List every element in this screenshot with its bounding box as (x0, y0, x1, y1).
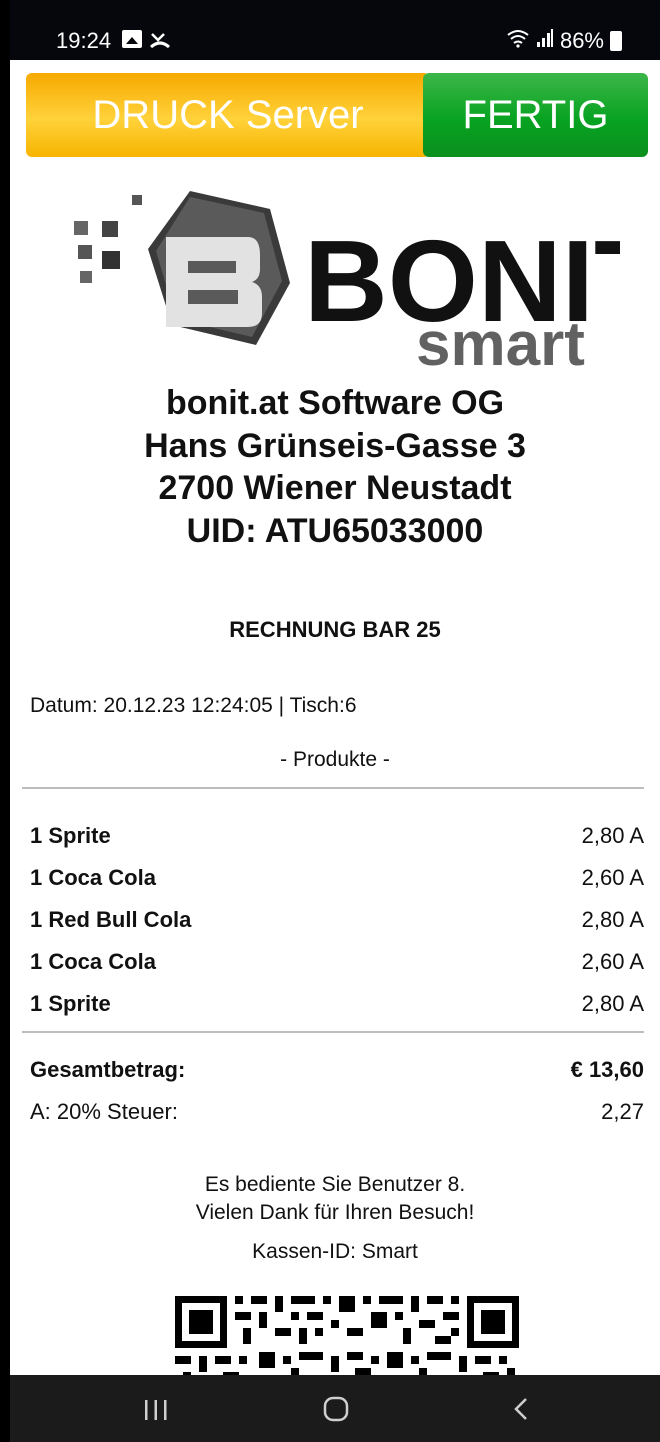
thanks-text: Vielen Dank für Ihren Besuch! (195, 1201, 475, 1224)
bonit-smart-logo: BONIT smart (60, 185, 660, 379)
home-button[interactable] (316, 1393, 356, 1425)
tax-value: 2,27 (601, 1099, 644, 1124)
item-name: 1 Sprite (30, 991, 111, 1016)
recent-apps-button[interactable] (136, 1393, 176, 1425)
gallery-icon (122, 30, 142, 48)
item-price: 2,80 A (581, 907, 644, 932)
item-price: 2,80 A (581, 991, 644, 1016)
signal-icon (536, 28, 554, 54)
total-label: Gesamtbetrag: (30, 1057, 186, 1082)
tax-label: A: 20% Steuer: (30, 1099, 178, 1124)
item-name: 1 Coca Cola (30, 865, 156, 890)
battery-icon (610, 31, 622, 51)
missed-call-icon (150, 30, 170, 54)
phone-screen: 19:24 86% DRUCK Server FERTIG BONI smart… (10, 0, 660, 1442)
item-name: 1 Coca Cola (30, 949, 156, 974)
item-name: 1 Sprite (30, 823, 111, 848)
totals: Gesamtbetrag: € 13,60 A: 20% Steuer: 2,2… (30, 1049, 644, 1133)
list-item: 1 Sprite 2,80 A (30, 815, 644, 857)
item-price: 2,60 A (581, 865, 644, 890)
list-item: 1 Coca Cola 2,60 A (30, 941, 644, 983)
company-city: 2700 Wiener Neustadt (158, 469, 512, 507)
navigation-bar (10, 1375, 660, 1442)
company-name: bonit.at Software OG (165, 384, 505, 422)
item-list: 1 Sprite 2,80 A 1 Coca Cola 2,60 A 1 Red… (30, 815, 644, 1025)
status-notifications (122, 30, 170, 54)
served-by-text: Es bediente Sie Benutzer 8. (204, 1173, 466, 1196)
list-item: 1 Sprite 2,80 A (30, 983, 644, 1025)
back-icon (514, 1398, 527, 1420)
logo-sub-text: smart (416, 310, 585, 375)
receipt-title: RECHNUNG BAR 25 (229, 617, 441, 642)
register-id: Kassen-ID: Smart (252, 1240, 418, 1263)
item-price: 2,60 A (581, 949, 644, 974)
receipt-footer: Es bediente Sie Benutzer 8. Vielen Dank … (10, 1171, 660, 1227)
list-item: 1 Red Bull Cola 2,80 A (30, 899, 644, 941)
divider (22, 787, 644, 789)
item-price: 2,80 A (581, 823, 644, 848)
status-time: 19:24 (56, 28, 112, 53)
home-icon (323, 1396, 349, 1422)
company-street: Hans Grünseis-Gasse 3 (144, 426, 526, 465)
status-system: 86% (506, 28, 622, 54)
list-item: 1 Coca Cola 2,60 A (30, 857, 644, 899)
company-uid: UID: ATU65033000 (186, 511, 484, 550)
print-server-button[interactable]: DRUCK Server (26, 73, 430, 157)
qr-code (175, 1292, 520, 1382)
done-button[interactable]: FERTIG (423, 73, 648, 157)
recent-apps-icon (145, 1400, 167, 1420)
status-bar: 19:24 86% (10, 0, 660, 60)
back-button[interactable] (500, 1393, 540, 1425)
total-value: € 13,60 (570, 1057, 644, 1082)
total-row: Gesamtbetrag: € 13,60 (30, 1049, 644, 1091)
divider (22, 1031, 644, 1033)
item-name: 1 Red Bull Cola (30, 907, 192, 932)
battery-percent: 86% (559, 28, 604, 53)
company-header: bonit.at Software OG Hans Grünseis-Gasse… (10, 382, 660, 552)
receipt-meta: Datum: 20.12.23 12:24:05 | Tisch:6 (30, 694, 357, 717)
wifi-icon (506, 28, 530, 54)
tax-row: A: 20% Steuer: 2,27 (30, 1091, 644, 1133)
products-section-label: - Produkte - (280, 748, 390, 771)
